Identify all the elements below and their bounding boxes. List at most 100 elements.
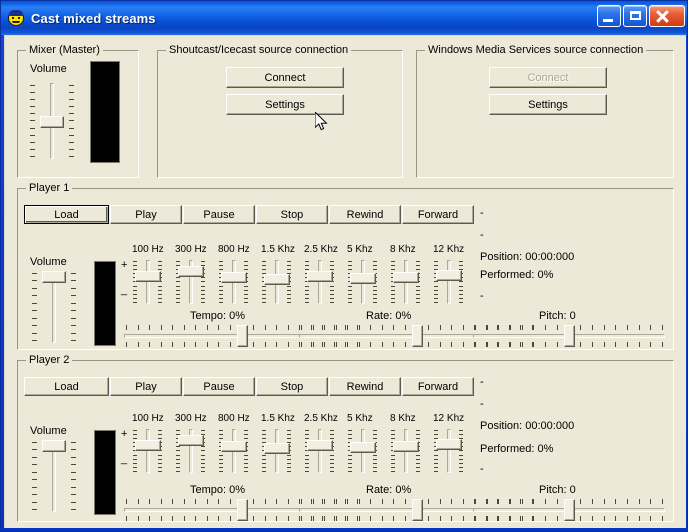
player-2-status-line-5: -: [480, 463, 484, 475]
shoutcast-legend: Shoutcast/Icecast source connection: [166, 44, 352, 56]
eq-band-thumb[interactable]: [221, 441, 247, 452]
minimize-button[interactable]: [597, 5, 621, 27]
maximize-button[interactable]: [623, 5, 647, 27]
player-2-volume-label: Volume: [30, 425, 67, 437]
mixer-vu-meter: [90, 61, 120, 163]
eq-band-thumb[interactable]: [178, 435, 204, 446]
eq-band-thumb[interactable]: [393, 441, 419, 452]
player-2-pitch-slider[interactable]: [473, 499, 665, 521]
player-2-eq-band-label-6: 8 Khz: [390, 413, 416, 424]
player-2-eq-band-1[interactable]: [173, 429, 209, 473]
player-1-pitch-thumb[interactable]: [564, 325, 575, 347]
player-2-position-label: Position: 00:00:000: [480, 420, 575, 432]
player-1-group: Player 1 Load Play Pause Stop Rewind For…: [17, 182, 674, 350]
player-1-eq-band-2[interactable]: [216, 260, 252, 304]
eq-band-thumb[interactable]: [307, 440, 333, 451]
minimize-icon: [603, 19, 613, 22]
player-1-tempo-label: Tempo: 0%: [190, 310, 246, 322]
player-1-rate-label: Rate: 0%: [366, 310, 412, 322]
player-1-eq-band-7[interactable]: [431, 260, 467, 304]
eq-band-thumb[interactable]: [135, 271, 161, 282]
eq-band-thumb[interactable]: [264, 274, 290, 285]
player-2-volume-slider[interactable]: [32, 440, 76, 512]
player-2-stop-button[interactable]: Stop: [256, 377, 328, 396]
player-2-rate-thumb[interactable]: [412, 499, 423, 521]
shoutcast-group: Shoutcast/Icecast source connection Conn…: [157, 44, 403, 178]
player-2-pitch-thumb[interactable]: [564, 499, 575, 521]
player-1-load-button[interactable]: Load: [24, 205, 109, 224]
player-2-play-button[interactable]: Play: [110, 377, 182, 396]
eq-band-thumb[interactable]: [264, 443, 290, 454]
player-1-eq-band-label-7: 12 Khz: [433, 244, 465, 255]
eq-band-ticks-r: [158, 261, 162, 303]
eq-band-thumb[interactable]: [350, 442, 376, 453]
player-2-eq-band-label-4: 2.5 Khz: [304, 413, 338, 424]
close-button[interactable]: [649, 5, 685, 27]
eq-band-thumb[interactable]: [436, 439, 462, 450]
player-2-eq-band-0[interactable]: [130, 429, 166, 473]
eq-band-track: [447, 260, 451, 304]
player-1-pitch-slider[interactable]: [473, 325, 665, 347]
player-1-eq-band-label-4: 2.5 Khz: [304, 244, 338, 255]
mixer-volume-slider[interactable]: [30, 83, 74, 159]
player-2-tempo-thumb[interactable]: [237, 499, 248, 521]
player-1-legend: Player 1: [26, 182, 73, 194]
player-1-rate-thumb[interactable]: [412, 325, 423, 347]
player-2-group: Player 2 Load Play Pause Stop Rewind For…: [17, 354, 674, 522]
player-2-eq-band-6[interactable]: [388, 429, 424, 473]
player-1-tempo-thumb[interactable]: [237, 325, 248, 347]
eq-band-thumb[interactable]: [393, 272, 419, 283]
player-1-eq-band-0[interactable]: [130, 260, 166, 304]
eq-band-thumb[interactable]: [221, 272, 247, 283]
mixer-volume-label: Volume: [30, 63, 67, 75]
player-1-pause-button[interactable]: Pause: [183, 205, 255, 224]
player-2-vu-meter: [94, 430, 116, 515]
mixer-volume-thumb[interactable]: [40, 116, 64, 128]
player-2-eq-band-7[interactable]: [431, 429, 467, 473]
shoutcast-connect-button[interactable]: Connect: [226, 67, 344, 88]
player-2-volume-thumb[interactable]: [42, 440, 66, 452]
eq-band-track: [146, 260, 150, 304]
player-1-forward-button[interactable]: Forward: [402, 205, 474, 224]
eq-band-thumb[interactable]: [135, 440, 161, 451]
eq-band-thumb[interactable]: [350, 273, 376, 284]
mixer-master-legend: Mixer (Master): [26, 44, 103, 56]
player-2-eq-band-4[interactable]: [302, 429, 338, 473]
player-2-performed-label: Performed: 0%: [480, 443, 554, 455]
player-1-play-button[interactable]: Play: [110, 205, 182, 224]
player-2-eq-band-label-0: 100 Hz: [132, 413, 164, 424]
player-2-rewind-button[interactable]: Rewind: [329, 377, 401, 396]
wms-settings-button[interactable]: Settings: [489, 94, 607, 115]
player-2-rate-label: Rate: 0%: [366, 484, 412, 496]
eq-band-ticks-r: [330, 261, 334, 303]
player-1-stop-button[interactable]: Stop: [256, 205, 328, 224]
player-2-forward-button[interactable]: Forward: [402, 377, 474, 396]
eq-band-ticks-l: [434, 430, 438, 472]
player-2-eq-band-2[interactable]: [216, 429, 252, 473]
player-2-eq-minus-label: _: [121, 453, 128, 465]
player-1-eq-plus-label: +: [121, 259, 128, 271]
player-1-rewind-button[interactable]: Rewind: [329, 205, 401, 224]
title-bar[interactable]: Cast mixed streams: [1, 1, 687, 35]
shoutcast-settings-button[interactable]: Settings: [226, 94, 344, 115]
player-2-eq-band-5[interactable]: [345, 429, 381, 473]
player-2-eq-band-label-1: 300 Hz: [175, 413, 207, 424]
eq-band-thumb[interactable]: [178, 266, 204, 277]
player-1-eq-band-5[interactable]: [345, 260, 381, 304]
player-2-pause-button[interactable]: Pause: [183, 377, 255, 396]
player-2-eq-band-3[interactable]: [259, 429, 295, 473]
player-1-eq-band-4[interactable]: [302, 260, 338, 304]
player-1-eq-band-1[interactable]: [173, 260, 209, 304]
player-1-volume-slider[interactable]: [32, 271, 76, 343]
player-1-eq-band-label-2: 800 Hz: [218, 244, 250, 255]
eq-band-thumb[interactable]: [436, 270, 462, 281]
client-area: Mixer (Master) Volume Shoutcast/Icecast …: [4, 35, 686, 528]
player-1-eq-band-3[interactable]: [259, 260, 295, 304]
eq-band-ticks-r: [158, 430, 162, 472]
player-1-eq-band-6[interactable]: [388, 260, 424, 304]
player-1-volume-thumb[interactable]: [42, 271, 66, 283]
player-1-vu-meter: [94, 261, 116, 346]
player-2-load-button[interactable]: Load: [24, 377, 109, 396]
eq-band-thumb[interactable]: [307, 271, 333, 282]
player-2-status-line-2: -: [480, 398, 484, 410]
